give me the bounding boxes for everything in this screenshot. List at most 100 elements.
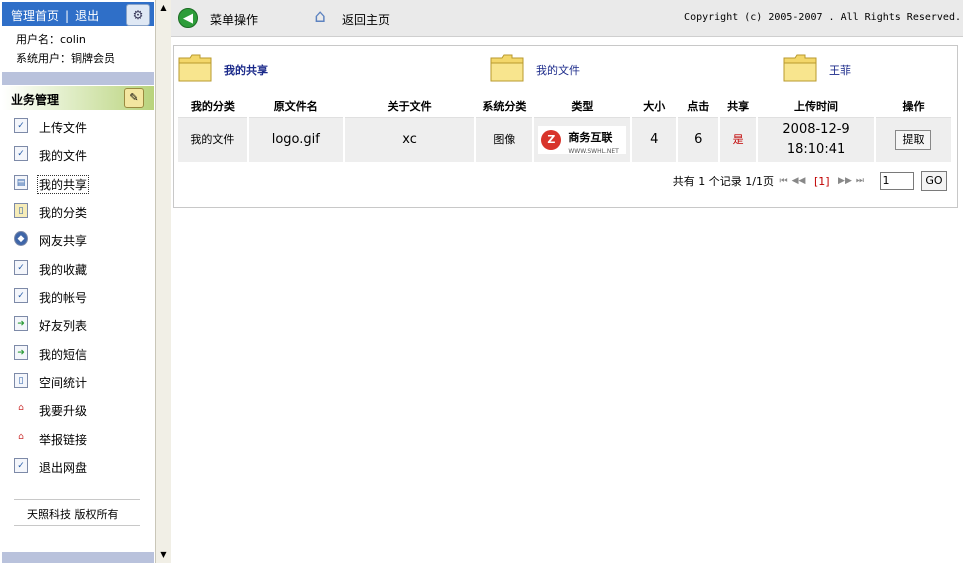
sidebar-item-my-share[interactable]: ▤ 我的共享 [14,173,144,194]
sidebar-item-label: 我的共享 [37,175,90,194]
section-title: 业务管理 [11,93,60,107]
sidebar-item-label: 我的文件 [39,149,88,163]
pager-total: 1 个记录 [698,175,742,188]
scroll-down-arrow-icon[interactable]: ▼ [156,547,171,563]
user-card-icon: ⚙ [126,4,150,26]
sidebar-item-label: 我的短信 [39,348,88,362]
divider-band [2,552,154,563]
cell-clicks: 6 [677,117,721,162]
space-stats-icon: ▯ [14,373,28,388]
back-arrow-icon[interactable]: ◀ [178,8,198,28]
sidebar-item-exit[interactable]: ✓ 退出网盘 [14,456,144,476]
category-icon: ▯ [14,203,28,218]
go-button[interactable]: GO [921,171,947,191]
sidebar-footer: 天照科技 版权所有 [27,508,119,521]
scrollbar[interactable]: ▲ ▼ [155,0,171,563]
sidebar-item-label: 举报链接 [39,433,88,447]
sidebar-item-label: 空间统计 [39,376,88,390]
logout-link[interactable]: 退出 [75,9,99,23]
menu-operation-button[interactable]: 菜单操作 [210,11,258,28]
column-header: 点击 [677,95,720,118]
cell-filename[interactable]: logo.gif [247,117,345,162]
exit-icon: ✓ [14,458,28,473]
first-page-icon[interactable]: ⏮ [780,176,788,186]
home-icon[interactable]: ⌂ [309,6,331,28]
sidebar-item-label: 我的分类 [39,206,88,220]
column-header: 关于文件 [343,95,476,118]
messages-icon: ➜ [14,345,28,360]
top-toolbar: ◀ 菜单操作 ⌂ 返回主页 Copyright (c) 2005-2007 . … [171,0,963,37]
sidebar-item-upload[interactable]: ✓ 上传文件 [14,116,144,136]
sidebar-item-label: 好友列表 [39,319,88,333]
upload-date: 2008-12-9 [782,122,850,137]
sidebar-item-label: 上传文件 [39,121,88,135]
folder-settings-icon: ✎ [124,88,144,108]
divider [14,499,140,500]
my-share-icon: ▤ [14,175,28,190]
file-type-logo: Z 商务互联 WWW.SWHL.NET [538,126,627,155]
cell-about: xc [343,117,477,162]
upload-file-icon: ✓ [14,118,28,133]
sidebar-item-category[interactable]: ▯ 我的分类 [14,201,144,221]
column-header: 上传时间 [757,95,875,118]
sidebar-header: 管理首页 | 退出 ⚙ [2,2,154,26]
page-number-input[interactable]: 1 [879,172,914,190]
sidebar-item-favorites[interactable]: ✓ 我的收藏 [14,258,144,278]
last-page-icon[interactable]: ⏭ [856,176,864,186]
cell-upload-time: 2008-12-9 18:10:41 [757,117,876,162]
next-page-icon[interactable]: ▶▶ [838,176,852,186]
column-header: 大小 [631,95,678,118]
sidebar-item-label: 退出网盘 [39,461,88,475]
folder-icon [783,54,817,82]
pager-pages: 1/1页 [745,175,774,188]
cell-shared: 是 [719,117,759,162]
pagination: 共有 1 个记录 1/1页 ⏮ ◀◀ [1] ▶▶ ⏭ 1 GO [673,171,947,191]
current-page-link[interactable]: [1] [814,175,830,188]
extract-button[interactable]: 提取 [895,130,932,150]
account-icon: ✓ [14,288,28,303]
prev-page-icon[interactable]: ◀◀ [792,176,806,186]
home-link[interactable]: 管理首页 [11,9,59,23]
column-header: 操作 [874,95,952,118]
friends-list-icon: ➜ [14,316,28,331]
sidebar-item-messages[interactable]: ➜ 我的短信 [14,343,144,363]
column-header: 类型 [533,95,632,118]
sidebar: 管理首页 | 退出 ⚙ 用户名：colin 系统用户：铜牌会员 业务管理 ✎ ✓ 上… [0,0,155,563]
sidebar-item-upgrade[interactable]: ⌂ 我要升级 [14,399,144,419]
sidebar-item-space-stats[interactable]: ▯ 空间统计 [14,371,144,391]
section-header: 业务管理 ✎ [2,86,154,110]
table-row: 我的文件 logo.gif xc 图像 Z 商务互联 WWW.SWHL.NET … [178,117,954,162]
pager-total-prefix: 共有 [672,175,695,188]
sidebar-item-my-files[interactable]: ✓ 我的文件 [14,144,144,164]
report-link-icon: ⌂ [18,432,24,442]
column-header: 原文件名 [247,95,344,118]
column-header: 我的分类 [178,95,248,118]
folder-label: 我的文件 [536,64,580,77]
folder-label: 王菲 [829,64,851,77]
logo-mark-icon: Z [541,130,562,150]
sidebar-item-account[interactable]: ✓ 我的帐号 [14,286,144,306]
separator: | [65,9,70,23]
divider [14,525,140,526]
scroll-up-arrow-icon[interactable]: ▲ [156,0,171,16]
sidebar-item-label: 网友共享 [39,234,88,248]
file-table: 我的分类 原文件名 关于文件 系统分类 类型 大小 点击 共享 上传时间 操作 … [178,95,954,162]
column-header: 共享 [719,95,758,118]
username-label: 用户名：colin [16,33,86,46]
upload-clock: 18:10:41 [786,142,846,157]
cell-size: 4 [631,117,679,162]
file-panel: 我的共享 我的文件 王菲 我的分类 原文件名 关于文件 系统分类 类型 大小 点… [173,45,958,208]
folder-icon [178,54,212,82]
upgrade-icon: ⌂ [18,403,24,413]
user-role-label: 系统用户：铜牌会员 [16,52,115,65]
sidebar-item-report-link[interactable]: ⌂ 举报链接 [14,428,144,448]
folder-icon [490,54,524,82]
sidebar-item-friends[interactable]: ➜ 好友列表 [14,314,144,334]
logo-subtext: WWW.SWHL.NET [568,148,619,155]
sidebar-item-label: 我的收藏 [39,263,88,277]
sidebar-item-friend-share[interactable]: ◆ 网友共享 [14,229,144,249]
return-home-button[interactable]: 返回主页 [342,11,390,28]
friend-share-icon: ◆ [14,231,28,246]
cell-category: 我的文件 [178,117,249,162]
my-files-icon: ✓ [14,146,28,161]
